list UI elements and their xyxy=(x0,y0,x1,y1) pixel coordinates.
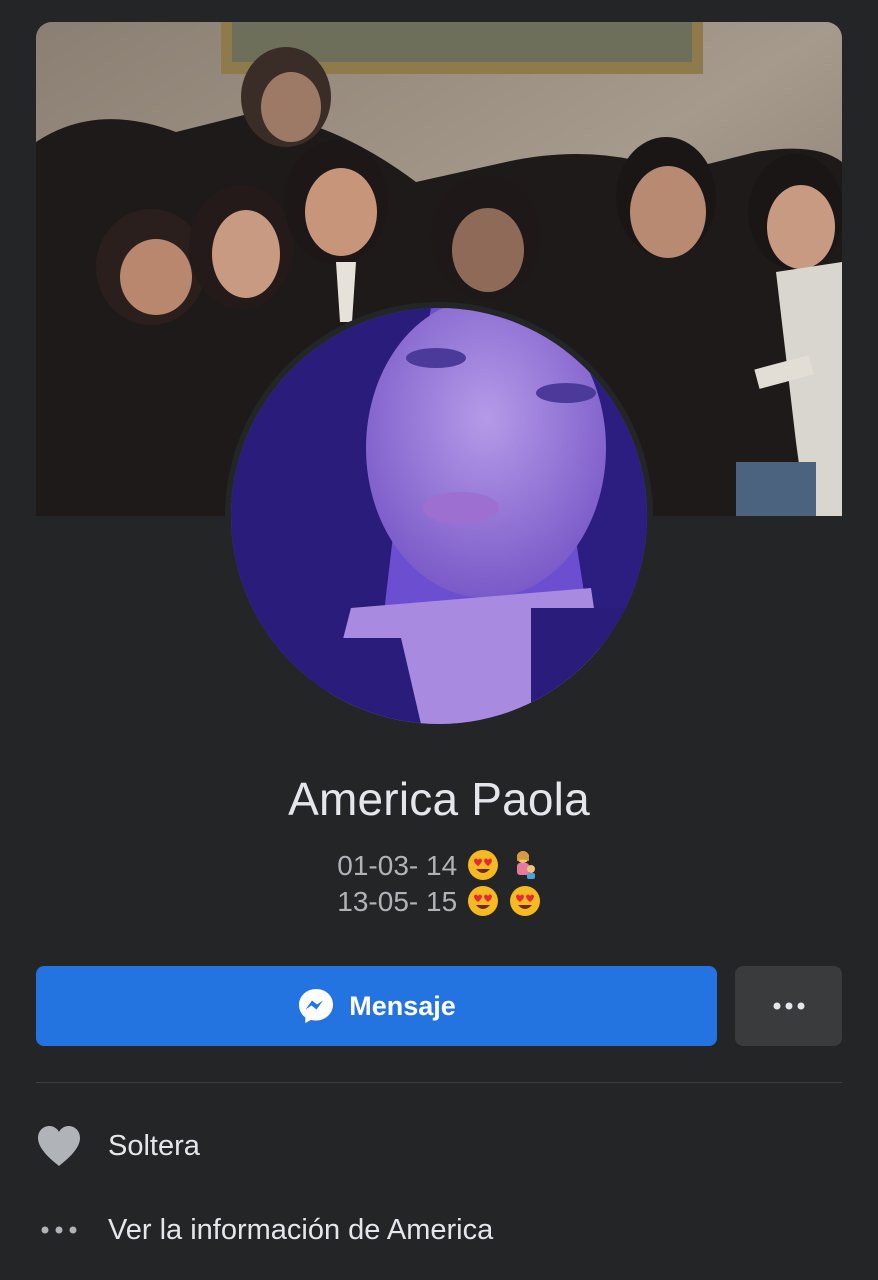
heart-eyes-emoji-icon xyxy=(509,886,540,916)
more-dots-icon xyxy=(41,1226,77,1234)
relationship-status: Soltera xyxy=(108,1129,200,1162)
heart-eyes-emoji-icon xyxy=(467,850,498,880)
profile-page: America Paola 01-03- 14 13-05- 15 Mensaj… xyxy=(0,0,878,1280)
relationship-row[interactable]: Soltera xyxy=(36,1116,842,1176)
see-info-link: Ver la información de America xyxy=(108,1213,494,1246)
more-dots-icon xyxy=(773,1002,804,1010)
heart-icon xyxy=(38,1126,80,1166)
bio-date-2: 13-05- 15 xyxy=(337,886,458,917)
message-button[interactable]: Mensaje xyxy=(36,966,717,1046)
more-dots-icon-wrap xyxy=(36,1207,82,1253)
profile-avatar[interactable] xyxy=(231,308,647,724)
bio-line-1: 01-03- 14 xyxy=(0,848,878,884)
messenger-icon xyxy=(299,989,334,1023)
profile-name: America Paola xyxy=(288,773,590,825)
bio-date-1: 01-03- 14 xyxy=(337,850,458,881)
more-options-button[interactable] xyxy=(735,966,842,1046)
bio-line-2: 13-05- 15 xyxy=(0,884,878,920)
section-divider xyxy=(36,1082,842,1083)
message-button-label: Mensaje xyxy=(349,990,456,1021)
woman-with-child-emoji-icon xyxy=(516,851,535,879)
see-info-row[interactable]: Ver la información de America xyxy=(36,1200,842,1260)
heart-eyes-emoji-icon xyxy=(467,886,498,916)
profile-bio: 01-03- 14 13-05- 15 xyxy=(0,848,878,920)
heart-icon-wrap xyxy=(36,1123,82,1169)
